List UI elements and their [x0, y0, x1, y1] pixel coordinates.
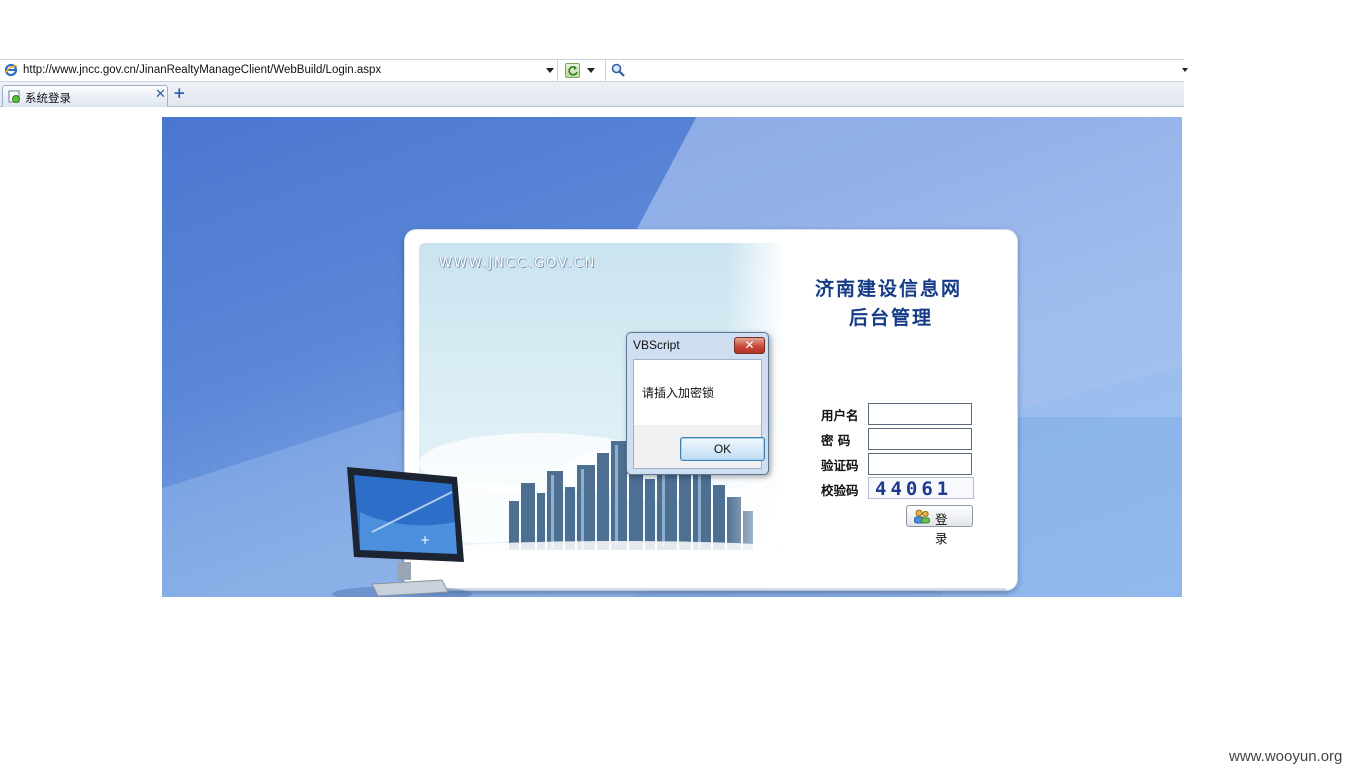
- tab-label: 系统登录: [25, 91, 71, 105]
- users-icon: [914, 509, 930, 524]
- username-field[interactable]: [868, 403, 972, 425]
- page-title: 济南建设信息网: [815, 278, 963, 300]
- username-label: 用户名: [821, 408, 859, 423]
- address-bar-row: http://www.jncc.gov.cn/JinanRealtyManage…: [0, 59, 1188, 82]
- ok-button[interactable]: OK: [680, 437, 765, 461]
- address-bar[interactable]: http://www.jncc.gov.cn/JinanRealtyManage…: [0, 60, 558, 81]
- svg-text:+: +: [420, 533, 430, 547]
- dialog-title: VBScript: [633, 338, 680, 352]
- verify-code-label: 验证码: [821, 458, 859, 473]
- refresh-dropdown-icon[interactable]: [587, 68, 595, 73]
- new-tab-button[interactable]: +: [173, 84, 186, 102]
- ie-page-icon: [4, 63, 18, 77]
- dialog-body: 请插入加密锁: [633, 359, 762, 425]
- tab-close-icon[interactable]: ✕: [155, 87, 166, 102]
- tab-login[interactable]: 系统登录 ✕: [2, 85, 168, 107]
- watermark: www.wooyun.org: [1229, 748, 1343, 765]
- captcha-label: 校验码: [821, 483, 859, 498]
- page-subtitle: 后台管理: [849, 307, 934, 329]
- captcha-code: 44061: [875, 478, 953, 499]
- close-icon: ✕: [744, 338, 755, 352]
- card-shadow: [415, 588, 1007, 594]
- login-button-label: 登 录: [935, 512, 951, 546]
- page-loading-icon: [8, 90, 20, 103]
- password-label: 密 码: [821, 433, 851, 448]
- dialog-close-button[interactable]: ✕: [734, 337, 765, 354]
- vbscript-dialog: VBScript ✕ 请插入加密锁 OK: [626, 332, 769, 475]
- screen: http://www.jncc.gov.cn/JinanRealtyManage…: [0, 0, 1366, 768]
- computer-monitor-image: +: [332, 467, 472, 597]
- password-field[interactable]: [868, 428, 972, 450]
- search-dropdown-icon[interactable]: [1182, 68, 1188, 72]
- dialog-footer: OK: [633, 425, 765, 469]
- address-dropdown-icon[interactable]: [546, 68, 554, 73]
- refresh-button[interactable]: [565, 63, 580, 78]
- site-domain-text: WWW.JNCC.GOV.CN: [439, 256, 597, 271]
- login-button[interactable]: 登 录: [906, 505, 973, 546]
- search-icon: [611, 63, 625, 77]
- refresh-icon: [568, 66, 578, 76]
- captcha-image[interactable]: 44061: [868, 477, 974, 499]
- dialog-message: 请插入加密锁: [642, 386, 715, 400]
- search-input[interactable]: [605, 60, 1188, 81]
- address-url[interactable]: http://www.jncc.gov.cn/JinanRealtyManage…: [23, 64, 381, 76]
- verify-code-field[interactable]: [868, 453, 972, 475]
